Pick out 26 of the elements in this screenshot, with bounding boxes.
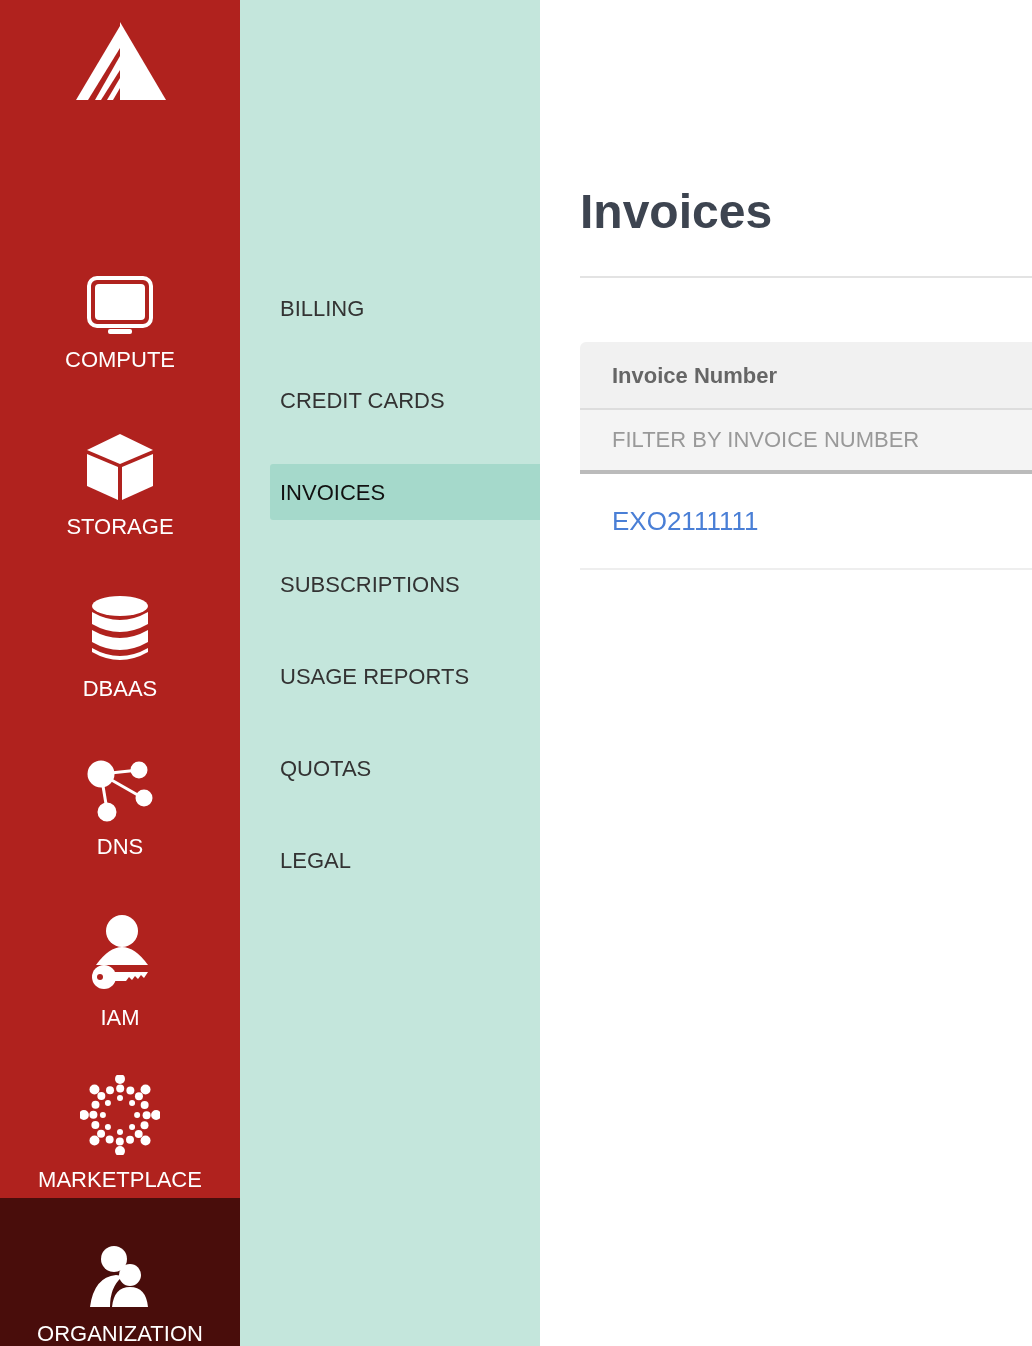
cube-icon (87, 434, 153, 500)
sidebar-item[interactable]: MARKETPLACE (0, 1036, 240, 1198)
sidebar-item[interactable]: COMPUTE (0, 226, 240, 388)
dots-icon (80, 1075, 160, 1155)
page-title: Invoices (580, 184, 774, 240)
sidebar-item[interactable]: IAM (0, 874, 240, 1036)
sidebar-item[interactable]: DBAAS (0, 550, 240, 712)
database-icon (92, 596, 148, 660)
sidebar-item[interactable]: ORGANIZATION (0, 1198, 240, 1346)
users-icon (90, 1246, 148, 1307)
filter-field[interactable]: FILTER BY INVOICE NUMBER (580, 408, 1032, 474)
logo-icon (76, 22, 166, 100)
invoice-link[interactable]: EXO2111111 (612, 501, 759, 541)
nav-item[interactable]: BILLING (270, 280, 540, 336)
nav-item[interactable]: USAGE REPORTS (270, 648, 540, 704)
user-key-icon (92, 915, 148, 989)
nav-item[interactable]: CREDIT CARDS (270, 372, 540, 428)
nav-item[interactable]: QUOTAS (270, 740, 540, 796)
sidebar-item[interactable]: DNS (0, 712, 240, 874)
nav-item[interactable]: LEGAL (270, 832, 540, 888)
nav-item[interactable]: SUBSCRIPTIONS (270, 556, 540, 612)
monitor-icon (87, 276, 153, 334)
column-header: Invoice Number (612, 361, 778, 390)
nav-item[interactable]: INVOICES (270, 464, 540, 520)
sidebar-item[interactable]: STORAGE (0, 388, 240, 550)
share-icon (87, 760, 153, 822)
